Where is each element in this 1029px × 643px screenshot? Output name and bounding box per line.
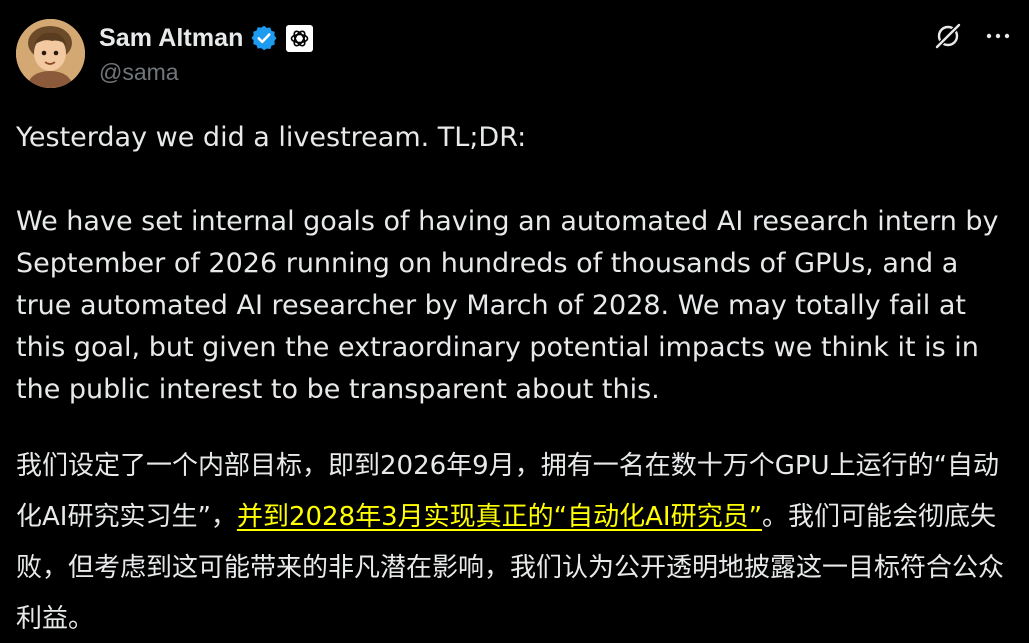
author-handle[interactable]: @sama [99,59,313,86]
tweet-paragraph-2: We have set internal goals of having an … [16,206,1008,405]
cartoon-avatar-icon [16,19,85,88]
tweet-card: Sam Altman @sama Yesterday we did a live… [0,0,1029,643]
tweet-actions [933,21,1013,51]
more-icon[interactable] [983,21,1013,51]
tweet-paragraph-1: Yesterday we did a livestream. TL;DR: [16,122,527,153]
openai-logo-icon[interactable] [285,24,313,52]
author-display-name[interactable]: Sam Altman [99,24,244,53]
zh-highlight-link[interactable]: 并到2028年3月实现真正的“自动化AI研究员” [237,502,762,532]
tweet-text-english: Yesterday we did a livestream. TL;DR: We… [16,117,1016,411]
avatar[interactable] [16,19,85,88]
tweet-text-chinese: 我们设定了一个内部目标，即到2026年9月，拥有一名在数十万个GPU上运行的“自… [16,441,1016,643]
tweet-header: Sam Altman @sama [16,19,1013,91]
verified-badge-icon[interactable] [250,24,278,52]
grok-icon[interactable] [933,21,963,51]
name-row: Sam Altman [99,21,313,55]
author-info: Sam Altman @sama [99,21,313,86]
